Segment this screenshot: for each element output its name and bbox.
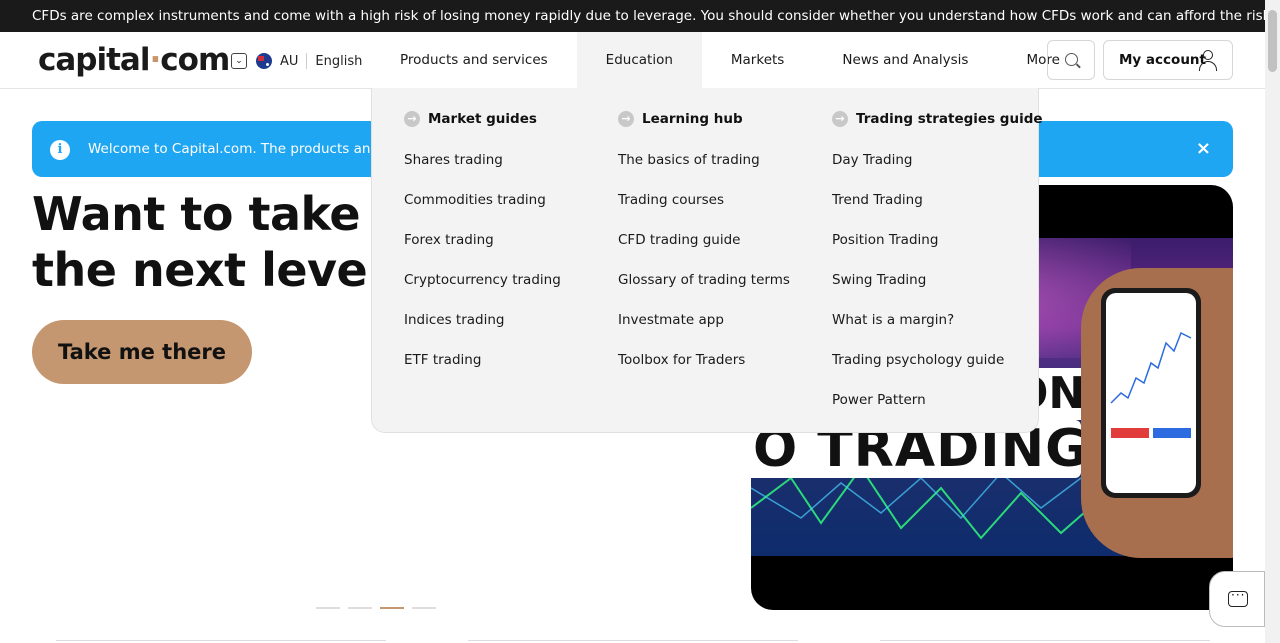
menu-item-cfd-trading-guide[interactable]: CFD trading guide <box>618 228 790 268</box>
menu-item-cryptocurrency-trading[interactable]: Cryptocurrency trading <box>404 268 561 308</box>
menu-item-indices-trading[interactable]: Indices trading <box>404 308 561 348</box>
logo-dot: · <box>149 42 161 78</box>
slider-dot[interactable] <box>412 607 436 609</box>
education-mega-menu: → Market guides Shares trading Commoditi… <box>371 88 1043 433</box>
menu-item-swing-trading[interactable]: Swing Trading <box>832 268 1004 308</box>
slider-dot[interactable] <box>316 607 340 609</box>
chat-button[interactable] <box>1209 571 1265 627</box>
logo-text-left: capital <box>38 42 150 78</box>
menu-item-glossary[interactable]: Glossary of trading terms <box>618 268 790 308</box>
close-icon[interactable]: × <box>1196 138 1211 160</box>
nav-products-and-services[interactable]: Products and services <box>371 32 577 89</box>
menu-heading-learning-hub[interactable]: → Learning hub <box>618 111 743 127</box>
chevron-down-icon[interactable]: ⌄ <box>231 53 247 69</box>
welcome-banner-text: Welcome to Capital.com. The products and… <box>88 141 413 157</box>
region-language-selector[interactable]: ⌄ AU English <box>231 50 362 72</box>
menu-list: Day Trading Trend Trading Position Tradi… <box>832 148 1004 428</box>
main-nav: Products and services Education Markets … <box>371 32 1089 89</box>
arrow-right-icon: → <box>404 111 420 127</box>
slider-dot[interactable] <box>348 607 372 609</box>
nav-news-and-analysis[interactable]: News and Analysis <box>813 32 997 89</box>
menu-item-day-trading[interactable]: Day Trading <box>832 148 1004 188</box>
language-label[interactable]: English <box>315 54 362 69</box>
logo-text-right: com <box>160 42 230 78</box>
logo[interactable]: capital·com <box>38 42 230 78</box>
menu-item-forex-trading[interactable]: Forex trading <box>404 228 561 268</box>
my-account-label: My account <box>1119 52 1206 68</box>
menu-item-power-pattern[interactable]: Power Pattern <box>832 388 1004 428</box>
au-flag-icon <box>256 53 272 69</box>
menu-item-trend-trading[interactable]: Trend Trading <box>832 188 1004 228</box>
menu-item-toolbox-for-traders[interactable]: Toolbox for Traders <box>618 348 790 388</box>
menu-item-shares-trading[interactable]: Shares trading <box>404 148 561 188</box>
menu-item-commodities-trading[interactable]: Commodities trading <box>404 188 561 228</box>
site-header: capital·com ⌄ AU English Products and se… <box>0 32 1265 89</box>
phone-graphic <box>1101 288 1201 498</box>
region-code[interactable]: AU <box>280 54 298 69</box>
menu-item-basics-of-trading[interactable]: The basics of trading <box>618 148 790 188</box>
menu-heading-label: Market guides <box>428 111 537 127</box>
search-icon <box>1065 53 1078 66</box>
menu-item-trading-courses[interactable]: Trading courses <box>618 188 790 228</box>
arrow-right-icon: → <box>618 111 634 127</box>
menu-item-what-is-a-margin[interactable]: What is a margin? <box>832 308 1004 348</box>
menu-item-etf-trading[interactable]: ETF trading <box>404 348 561 388</box>
menu-heading-market-guides[interactable]: → Market guides <box>404 111 537 127</box>
search-button[interactable] <box>1047 40 1095 80</box>
slider-dot-active[interactable] <box>380 607 404 609</box>
menu-item-position-trading[interactable]: Position Trading <box>832 228 1004 268</box>
menu-item-trading-psychology-guide[interactable]: Trading psychology guide <box>832 348 1004 388</box>
user-icon <box>1198 50 1218 72</box>
chat-icon <box>1228 588 1248 607</box>
risk-warning-bar: CFDs are complex instruments and come wi… <box>0 0 1265 32</box>
menu-list: The basics of trading Trading courses CF… <box>618 148 790 388</box>
menu-list: Shares trading Commodities trading Forex… <box>404 148 561 388</box>
nav-education[interactable]: Education <box>576 32 702 89</box>
slider-dots <box>316 607 436 609</box>
page-scrollbar[interactable] <box>1265 0 1280 643</box>
divider <box>306 53 308 69</box>
risk-warning-text: CFDs are complex instruments and come wi… <box>32 8 1265 24</box>
info-icon: i <box>50 140 70 160</box>
menu-heading-label: Learning hub <box>642 111 743 127</box>
my-account-button[interactable]: My account <box>1103 40 1233 80</box>
nav-markets[interactable]: Markets <box>702 32 813 89</box>
take-me-there-button[interactable]: Take me there <box>32 320 252 384</box>
menu-heading-trading-strategies[interactable]: → Trading strategies guide <box>832 111 1043 127</box>
arrow-right-icon: → <box>832 111 848 127</box>
menu-item-investmate-app[interactable]: Investmate app <box>618 308 790 348</box>
menu-heading-label: Trading strategies guide <box>856 111 1043 127</box>
scrollbar-thumb[interactable] <box>1268 10 1277 72</box>
